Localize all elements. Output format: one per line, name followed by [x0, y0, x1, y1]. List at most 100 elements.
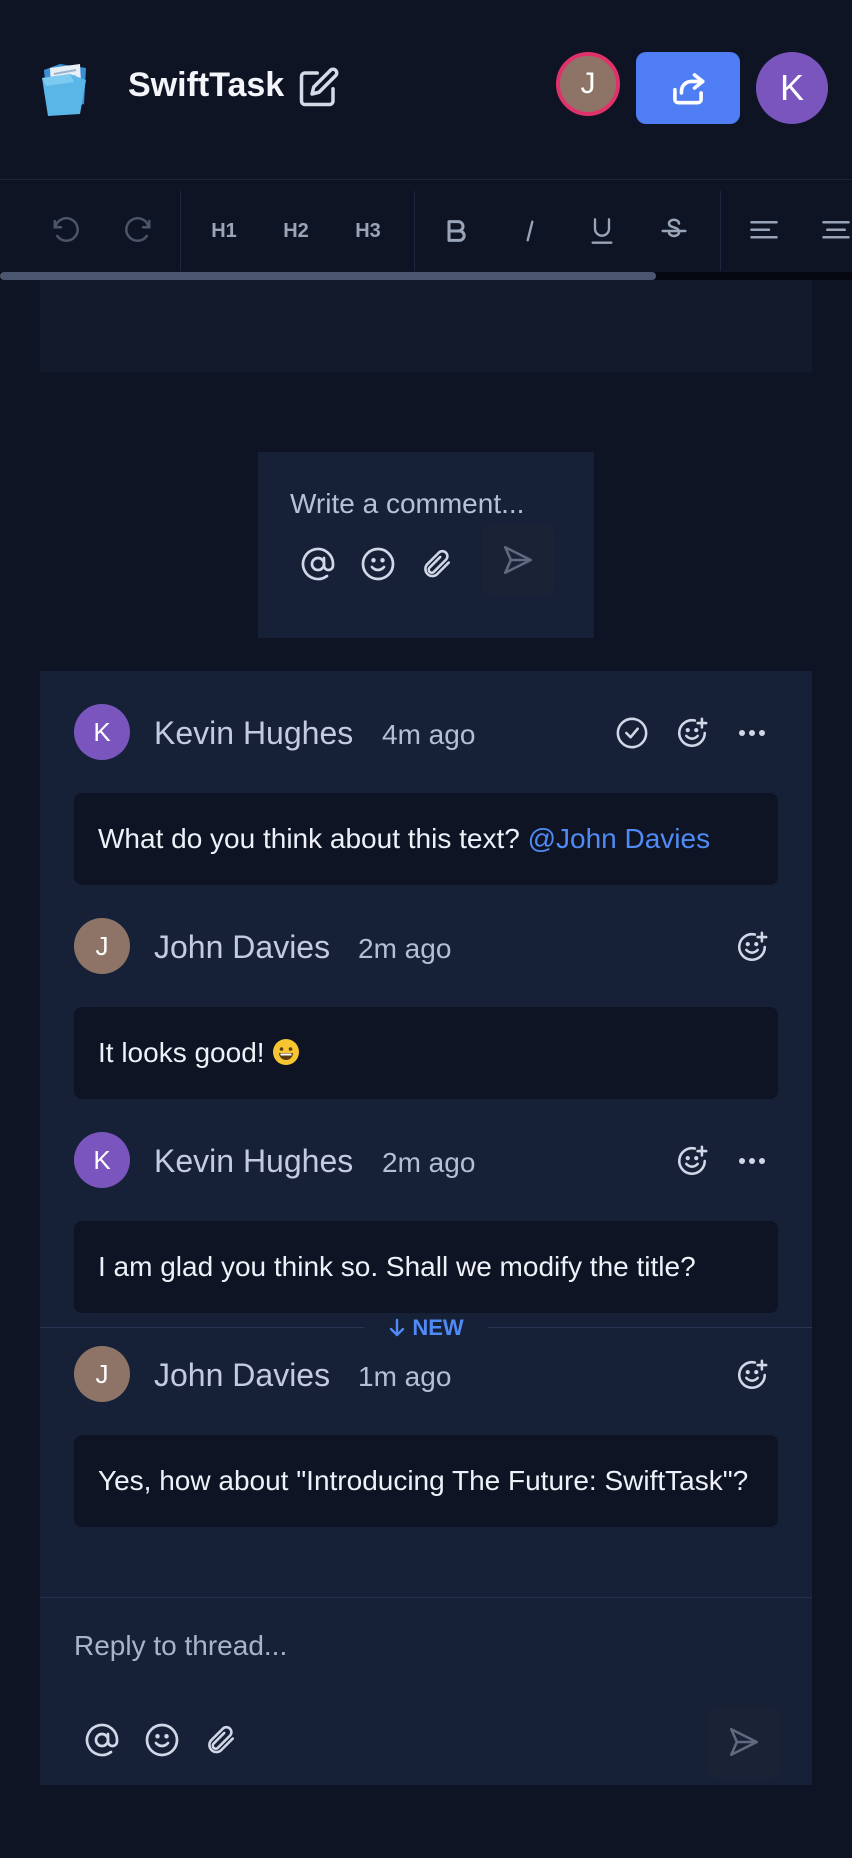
- comment-text: Yes, how about "Introducing The Future: …: [98, 1465, 749, 1496]
- grinning-emoji-icon: [273, 1039, 300, 1065]
- new-messages-label: NEW: [364, 1313, 488, 1343]
- undo-icon: [53, 217, 79, 242]
- folder-logo-icon: [40, 60, 90, 118]
- more-horizontal-icon: [739, 730, 765, 736]
- italic-icon: [526, 220, 534, 242]
- avatar: K: [74, 704, 130, 760]
- avatar: J: [74, 918, 130, 974]
- editor-content-area[interactable]: [40, 280, 812, 372]
- more-horizontal-icon: [739, 1158, 765, 1164]
- strikethrough-button[interactable]: [644, 203, 704, 259]
- add-reaction-button[interactable]: [670, 711, 714, 755]
- mention-button[interactable]: [82, 1720, 122, 1760]
- add-emoji-icon: [737, 931, 768, 961]
- comment-timestamp: 4m ago: [382, 719, 476, 750]
- current-user-avatar[interactable]: K: [756, 52, 828, 124]
- comment-author: Kevin Hughes: [154, 1143, 354, 1179]
- comment-body: I am glad you think so. Shall we modify …: [74, 1221, 778, 1313]
- avatar-initial: J: [95, 1358, 109, 1389]
- redo-icon: [125, 217, 151, 242]
- comment-text: It looks good!: [98, 1037, 265, 1068]
- heading-1-button[interactable]: H1: [194, 203, 254, 259]
- resolve-thread-button[interactable]: [610, 711, 654, 755]
- at-icon: [301, 547, 335, 581]
- new-label-text: NEW: [412, 1315, 464, 1340]
- underline-button[interactable]: [572, 203, 632, 259]
- comment-composer[interactable]: Write a comment...: [258, 452, 594, 638]
- more-options-button[interactable]: [730, 711, 774, 755]
- comment-body: Yes, how about "Introducing The Future: …: [74, 1435, 778, 1527]
- smile-icon: [145, 1723, 179, 1757]
- heading-3-button[interactable]: H3: [338, 203, 398, 259]
- collaborator-avatar[interactable]: J: [556, 52, 620, 116]
- add-reaction-button[interactable]: [730, 925, 774, 969]
- app-header: SwiftTask J K: [0, 0, 852, 180]
- formatting-toolbar: H1 H2 H3: [0, 181, 852, 281]
- add-emoji-icon: [737, 1359, 768, 1389]
- comment-author: John Davies: [154, 929, 331, 965]
- edit-title-icon[interactable]: [298, 66, 340, 108]
- comment-author: Kevin Hughes: [154, 715, 354, 751]
- paperclip-icon: [424, 549, 451, 578]
- send-icon: [729, 1727, 759, 1757]
- add-emoji-icon: [677, 1145, 708, 1175]
- reply-composer[interactable]: Reply to thread...: [40, 1597, 812, 1785]
- more-options-button[interactable]: [730, 1139, 774, 1183]
- share-icon: [673, 73, 705, 105]
- toolbar-divider: [180, 191, 181, 271]
- send-comment-button[interactable]: [482, 524, 554, 596]
- add-emoji-icon: [677, 717, 708, 747]
- comment-text: What do you think about this text?: [98, 823, 520, 854]
- toolbar-divider: [414, 191, 415, 271]
- avatar: J: [74, 1346, 130, 1402]
- strikethrough-icon: [661, 218, 687, 238]
- emoji-button[interactable]: [142, 1720, 182, 1760]
- app-title: SwiftTask: [128, 66, 285, 104]
- align-left-button[interactable]: [734, 203, 794, 259]
- align-left-icon: [750, 221, 778, 239]
- page: SwiftTask J K H1 H2 H3 Write a comment..…: [0, 0, 852, 1858]
- underline-icon: [591, 218, 613, 244]
- check-circle-icon: [616, 717, 648, 749]
- comment-timestamp: 1m ago: [358, 1361, 452, 1392]
- send-icon: [503, 545, 533, 575]
- avatar-initial: K: [93, 716, 111, 747]
- comment-author: John Davies: [154, 1357, 331, 1393]
- emoji-button[interactable]: [358, 544, 398, 584]
- reply-input[interactable]: Reply to thread...: [74, 1630, 287, 1662]
- comment-timestamp: 2m ago: [358, 933, 452, 964]
- heading-2-button[interactable]: H2: [266, 203, 326, 259]
- align-center-button[interactable]: [806, 203, 852, 259]
- send-reply-button[interactable]: [708, 1706, 780, 1778]
- comment-body: It looks good!: [74, 1007, 778, 1099]
- undo-button[interactable]: [36, 203, 96, 259]
- add-reaction-button[interactable]: [730, 1353, 774, 1397]
- bold-button[interactable]: [426, 203, 486, 259]
- comment-input[interactable]: Write a comment...: [290, 488, 524, 520]
- comment-timestamp: 2m ago: [382, 1147, 476, 1178]
- toolbar-scrollbar-thumb[interactable]: [0, 272, 656, 280]
- add-reaction-button[interactable]: [670, 1139, 714, 1183]
- arrow-down-icon: [390, 1318, 405, 1337]
- avatar-initial: K: [93, 1144, 111, 1175]
- avatar: K: [74, 1132, 130, 1188]
- attach-button[interactable]: [200, 1720, 240, 1760]
- user-mention[interactable]: @John Davies: [528, 823, 711, 854]
- comment-text: I am glad you think so. Shall we modify …: [98, 1251, 696, 1282]
- avatar-initial: K: [779, 67, 804, 108]
- share-button[interactable]: [636, 52, 740, 124]
- paperclip-icon: [208, 1725, 235, 1754]
- toolbar-divider: [720, 191, 721, 271]
- align-center-icon: [822, 221, 850, 239]
- avatar-initial: J: [95, 930, 109, 961]
- at-icon: [85, 1723, 119, 1757]
- bold-icon: [447, 220, 466, 242]
- mention-button[interactable]: [298, 544, 338, 584]
- attach-button[interactable]: [416, 544, 456, 584]
- smile-icon: [361, 547, 395, 581]
- avatar-initial: J: [580, 67, 596, 100]
- comment-thread: K Kevin Hughes 4m ago What do you think …: [40, 671, 812, 1785]
- italic-button[interactable]: [500, 203, 560, 259]
- comment-body: What do you think about this text? @John…: [74, 793, 778, 885]
- redo-button[interactable]: [108, 203, 168, 259]
